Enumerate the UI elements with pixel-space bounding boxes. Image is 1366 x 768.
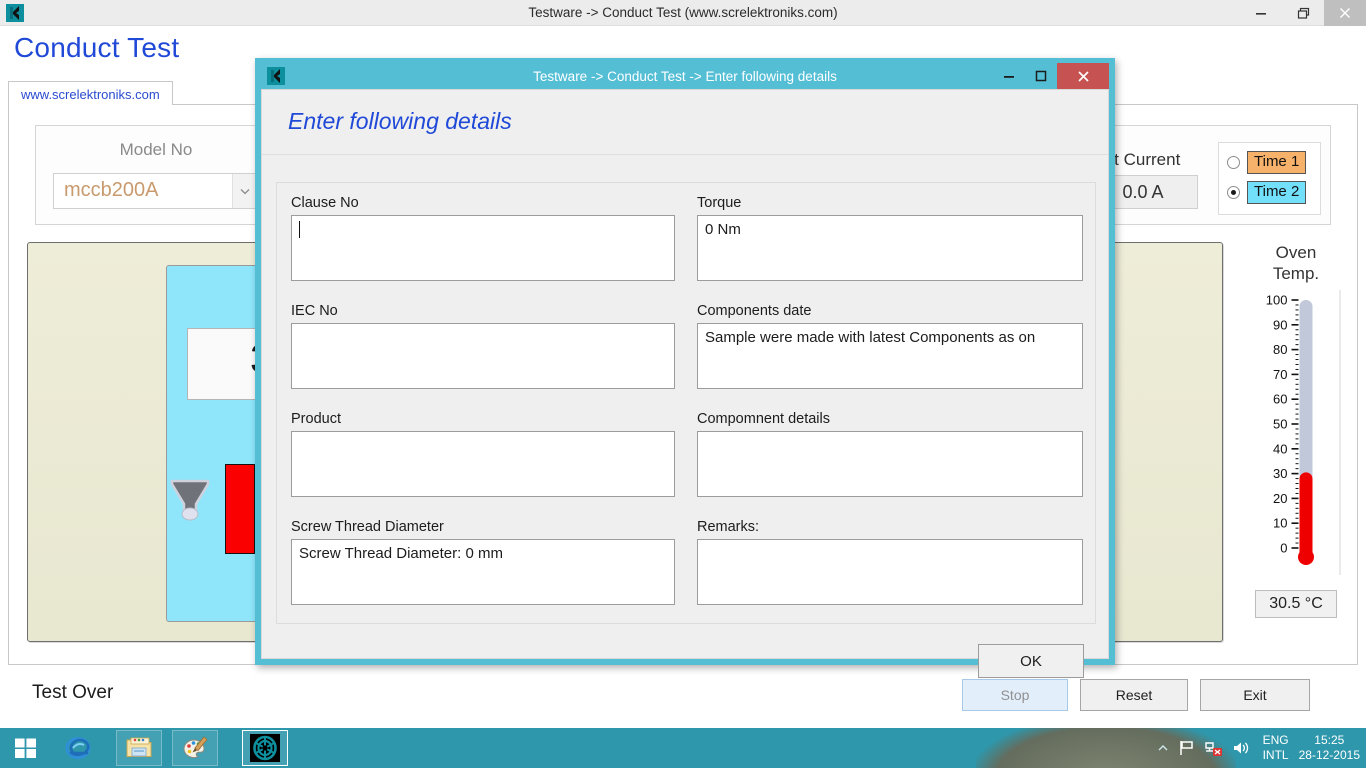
radio-time-2[interactable]: Time 2 bbox=[1227, 181, 1306, 204]
field-clause-no-input[interactable] bbox=[291, 215, 675, 281]
field-iec-no-input[interactable] bbox=[291, 323, 675, 389]
main-close-button[interactable] bbox=[1324, 0, 1366, 26]
svg-text:60: 60 bbox=[1273, 392, 1287, 407]
dialog-maximize-button[interactable] bbox=[1025, 63, 1057, 89]
oven-temp-label-line2: Temp. bbox=[1244, 263, 1348, 284]
dialog-fields-frame: Clause No Torque 0 Nm IEC No Components … bbox=[276, 182, 1096, 624]
oven-temperature-gauge: Oven Temp. 0 10 20 30 40 50 60 70 80 90 100 30.5 °… bbox=[1244, 242, 1348, 642]
action-center-flag-icon[interactable] bbox=[1178, 740, 1195, 756]
field-components-date: Components date Sample were made with la… bbox=[697, 303, 1083, 389]
main-minimize-button[interactable] bbox=[1240, 0, 1282, 26]
exit-button[interactable]: Exit bbox=[1200, 679, 1310, 711]
field-torque: Torque 0 Nm bbox=[697, 195, 1083, 281]
taskbar: ENG INTL 15:25 28-12-2015 bbox=[0, 728, 1366, 768]
dialog-heading-divider bbox=[262, 154, 1108, 155]
svg-text:10: 10 bbox=[1273, 516, 1287, 531]
language-line-2: INTL bbox=[1263, 748, 1289, 763]
field-iec-no: IEC No bbox=[291, 303, 675, 389]
file-explorer-icon[interactable] bbox=[116, 730, 162, 766]
illustration-red-bar bbox=[225, 464, 255, 554]
network-disconnected-icon[interactable] bbox=[1204, 740, 1223, 757]
model-no-group: Model No mccb200A bbox=[35, 125, 275, 225]
dialog-close-button[interactable] bbox=[1057, 63, 1109, 89]
clock-and-language[interactable]: ENG INTL 15:25 28-12-2015 bbox=[1259, 733, 1360, 763]
main-restore-button[interactable] bbox=[1282, 0, 1324, 26]
language-line-1: ENG bbox=[1263, 733, 1289, 748]
svg-text:70: 70 bbox=[1273, 367, 1287, 382]
ok-button[interactable]: OK bbox=[978, 644, 1084, 678]
field-product: Product bbox=[291, 411, 675, 497]
field-iec-no-label: IEC No bbox=[291, 303, 675, 319]
oven-temp-label: Oven Temp. bbox=[1244, 242, 1348, 284]
field-component-details-input[interactable] bbox=[697, 431, 1083, 497]
svg-text:0: 0 bbox=[1280, 541, 1287, 556]
field-components-date-input[interactable]: Sample were made with latest Components … bbox=[697, 323, 1083, 389]
field-component-details: Compomnent details bbox=[697, 411, 1083, 497]
radio-time-1[interactable]: Time 1 bbox=[1227, 151, 1306, 174]
field-clause-no-label: Clause No bbox=[291, 195, 675, 211]
radio-time-1-dot[interactable] bbox=[1227, 156, 1240, 169]
oven-temp-readout: 30.5 °C bbox=[1255, 590, 1337, 618]
field-components-date-label: Components date bbox=[697, 303, 1083, 319]
page-title: Conduct Test bbox=[14, 32, 179, 64]
dialog-body: Enter following details Clause No Torque… bbox=[261, 89, 1109, 659]
field-remarks-label: Remarks: bbox=[697, 519, 1083, 535]
field-clause-no: Clause No bbox=[291, 195, 675, 281]
testware-app-icon[interactable] bbox=[242, 730, 288, 766]
internet-explorer-icon[interactable] bbox=[60, 730, 96, 766]
radio-time-1-label: Time 1 bbox=[1247, 151, 1306, 174]
clock-date: 28-12-2015 bbox=[1299, 748, 1360, 763]
dialog-minimize-button[interactable] bbox=[993, 63, 1025, 89]
field-screw-thread-diameter: Screw Thread Diameter Screw Thread Diame… bbox=[291, 519, 675, 605]
field-remarks: Remarks: bbox=[697, 519, 1083, 605]
field-torque-input[interactable]: 0 Nm bbox=[697, 215, 1083, 281]
speaker-icon[interactable] bbox=[1232, 740, 1250, 756]
svg-text:100: 100 bbox=[1266, 293, 1288, 308]
dialog-heading: Enter following details bbox=[288, 108, 512, 135]
time-selection-group: Time 1 Time 2 bbox=[1218, 142, 1321, 215]
tab-screlektroniks[interactable]: www.screlektroniks.com bbox=[8, 81, 173, 106]
svg-text:80: 80 bbox=[1273, 342, 1287, 357]
windows-start-icon[interactable] bbox=[4, 730, 48, 766]
radio-time-2-label: Time 2 bbox=[1247, 181, 1306, 204]
field-component-details-label: Compomnent details bbox=[697, 411, 1083, 427]
model-no-label: Model No bbox=[36, 140, 276, 160]
main-title-bar: Testware -> Conduct Test (www.screlektro… bbox=[0, 0, 1366, 26]
thermometer: 0 10 20 30 40 50 60 70 80 90 100 bbox=[1244, 290, 1348, 575]
model-no-value: mccb200A bbox=[64, 179, 159, 202]
stop-button[interactable]: Stop bbox=[962, 679, 1068, 711]
oven-temp-label-line1: Oven bbox=[1244, 242, 1348, 263]
field-screw-thread-diameter-label: Screw Thread Diameter bbox=[291, 519, 675, 535]
svg-text:90: 90 bbox=[1273, 317, 1287, 332]
dialog-title: Testware -> Conduct Test -> Enter follow… bbox=[261, 64, 1109, 89]
reset-button[interactable]: Reset bbox=[1080, 679, 1188, 711]
enter-details-dialog: Testware -> Conduct Test -> Enter follow… bbox=[255, 58, 1115, 665]
svg-text:30: 30 bbox=[1273, 466, 1287, 481]
field-product-input[interactable] bbox=[291, 431, 675, 497]
status-text: Test Over bbox=[32, 682, 113, 704]
chevron-down-icon[interactable] bbox=[232, 174, 257, 208]
svg-text:50: 50 bbox=[1273, 417, 1287, 432]
field-product-label: Product bbox=[291, 411, 675, 427]
text-caret bbox=[299, 221, 300, 238]
field-torque-label: Torque bbox=[697, 195, 1083, 211]
funnel-icon bbox=[169, 478, 211, 522]
chevron-up-icon[interactable] bbox=[1157, 743, 1169, 753]
svg-text:20: 20 bbox=[1273, 491, 1287, 506]
system-tray: ENG INTL 15:25 28-12-2015 bbox=[1157, 728, 1366, 768]
field-remarks-input[interactable] bbox=[697, 539, 1083, 605]
main-window-title: Testware -> Conduct Test (www.screlektro… bbox=[0, 0, 1366, 26]
paint-icon[interactable] bbox=[172, 730, 218, 766]
dialog-title-bar: Testware -> Conduct Test -> Enter follow… bbox=[261, 64, 1109, 89]
clock-time: 15:25 bbox=[1299, 733, 1360, 748]
radio-time-2-dot[interactable] bbox=[1227, 186, 1240, 199]
field-screw-thread-diameter-input[interactable]: Screw Thread Diameter: 0 mm bbox=[291, 539, 675, 605]
svg-text:40: 40 bbox=[1273, 441, 1287, 456]
model-no-dropdown[interactable]: mccb200A bbox=[53, 173, 258, 209]
